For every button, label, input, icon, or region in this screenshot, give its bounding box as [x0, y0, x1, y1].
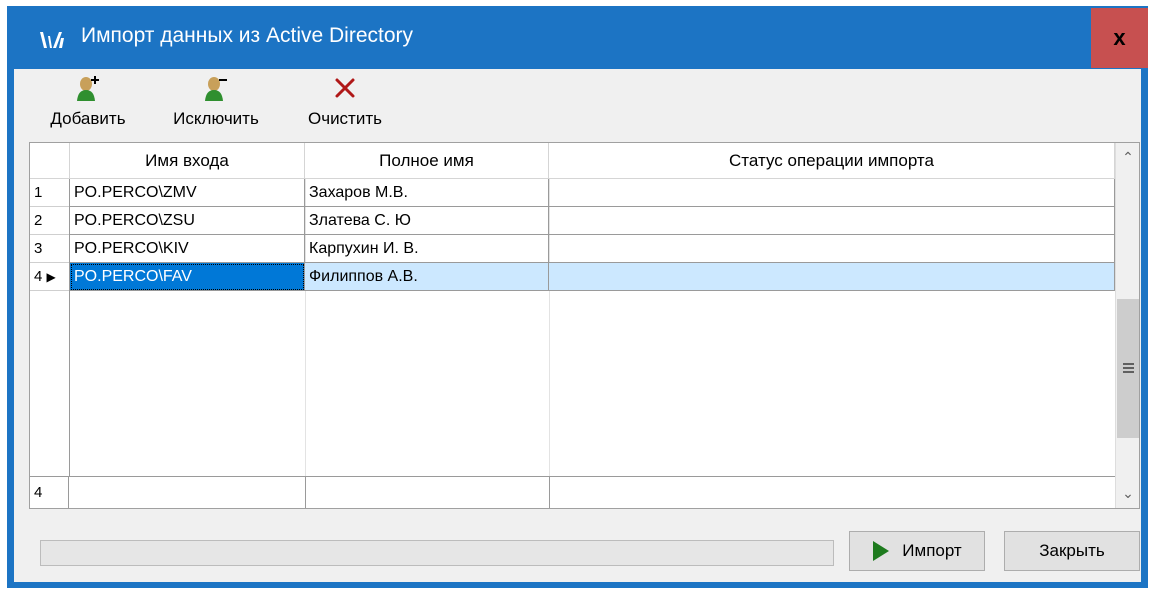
- column-header-login-label: Имя входа: [145, 150, 229, 170]
- cell-login[interactable]: PO.PERCO\ZSU: [70, 207, 305, 235]
- thumb-grip: [1123, 363, 1134, 365]
- column-header-fullname[interactable]: Полное имя: [305, 143, 549, 179]
- add-button[interactable]: Добавить: [38, 75, 138, 137]
- column-header-status-label: Статус операции импорта: [729, 150, 934, 170]
- grid-footer-row: 4: [30, 476, 1115, 508]
- import-button-label: Импорт: [902, 541, 962, 560]
- close-button[interactable]: Закрыть: [1004, 531, 1140, 571]
- import-progress-bar: [40, 540, 834, 566]
- footer-divider: [549, 477, 550, 508]
- scrollbar-thumb[interactable]: [1117, 299, 1139, 438]
- current-row-arrow-icon: ▶: [46, 270, 56, 284]
- vertical-scrollbar[interactable]: ⌃ ⌄: [1115, 143, 1139, 508]
- row-number-selected[interactable]: 4 ▶: [30, 263, 69, 291]
- add-button-label: Добавить: [50, 109, 126, 128]
- row-number[interactable]: 3: [30, 235, 69, 263]
- users-grid[interactable]: Имя входа Полное имя Статус операции имп…: [29, 142, 1140, 509]
- title-bar[interactable]: Импорт данных из Active Directory x: [7, 6, 1148, 68]
- footer-divider: [305, 477, 306, 508]
- clear-x-icon: [335, 78, 355, 98]
- scroll-down-icon[interactable]: ⌄: [1116, 481, 1139, 505]
- grid-corner-header: [30, 143, 70, 179]
- cell-fullname[interactable]: Карпухин И. В.: [305, 235, 549, 263]
- remove-user-icon: [205, 77, 227, 101]
- thumb-grip: [1123, 367, 1134, 369]
- clear-button-label: Очистить: [307, 109, 382, 128]
- column-header-status[interactable]: Статус операции импорта: [549, 143, 1115, 179]
- cell-status[interactable]: [549, 263, 1115, 291]
- footer-count: 4: [30, 477, 69, 508]
- close-button-label: Закрыть: [1039, 541, 1105, 560]
- close-window-button[interactable]: x: [1091, 8, 1148, 68]
- scroll-up-icon[interactable]: ⌃: [1116, 145, 1139, 169]
- column-header-login[interactable]: Имя входа: [70, 143, 305, 179]
- exclude-button-label: Исключить: [173, 109, 259, 128]
- column-header-fullname-label: Полное имя: [379, 150, 474, 170]
- dialog-client-area: Добавить Исключить Очистить Имя входа По…: [14, 69, 1141, 582]
- clear-button[interactable]: Очистить: [292, 75, 398, 137]
- cell-fullname[interactable]: Захаров М.В.: [305, 179, 549, 207]
- cell-status[interactable]: [549, 235, 1115, 263]
- window-title: Импорт данных из Active Directory: [81, 24, 414, 47]
- row-number-label: 4: [34, 268, 43, 285]
- row-number[interactable]: 2: [30, 207, 69, 235]
- thumb-grip: [1123, 371, 1134, 373]
- cell-login[interactable]: PO.PERCO\KIV: [70, 235, 305, 263]
- cell-login[interactable]: PO.PERCO\ZMV: [70, 179, 305, 207]
- cell-fullname[interactable]: Филиппов А.В.: [305, 263, 549, 291]
- toolbar: Добавить Исключить Очистить: [14, 69, 1141, 139]
- import-button[interactable]: Импорт: [849, 531, 985, 571]
- cell-status[interactable]: [549, 179, 1115, 207]
- cell-login-focused[interactable]: PO.PERCO\FAV: [70, 263, 305, 291]
- app-logo-icon: [37, 28, 67, 52]
- exclude-button[interactable]: Исключить: [154, 75, 278, 137]
- close-icon: x: [1113, 25, 1126, 50]
- cell-status[interactable]: [549, 207, 1115, 235]
- import-dialog-window: Импорт данных из Active Directory x Доба…: [7, 6, 1148, 588]
- row-number[interactable]: 1: [30, 179, 69, 207]
- add-user-icon: [77, 76, 99, 101]
- cell-fullname[interactable]: Златева С. Ю: [305, 207, 549, 235]
- play-icon: [873, 541, 890, 561]
